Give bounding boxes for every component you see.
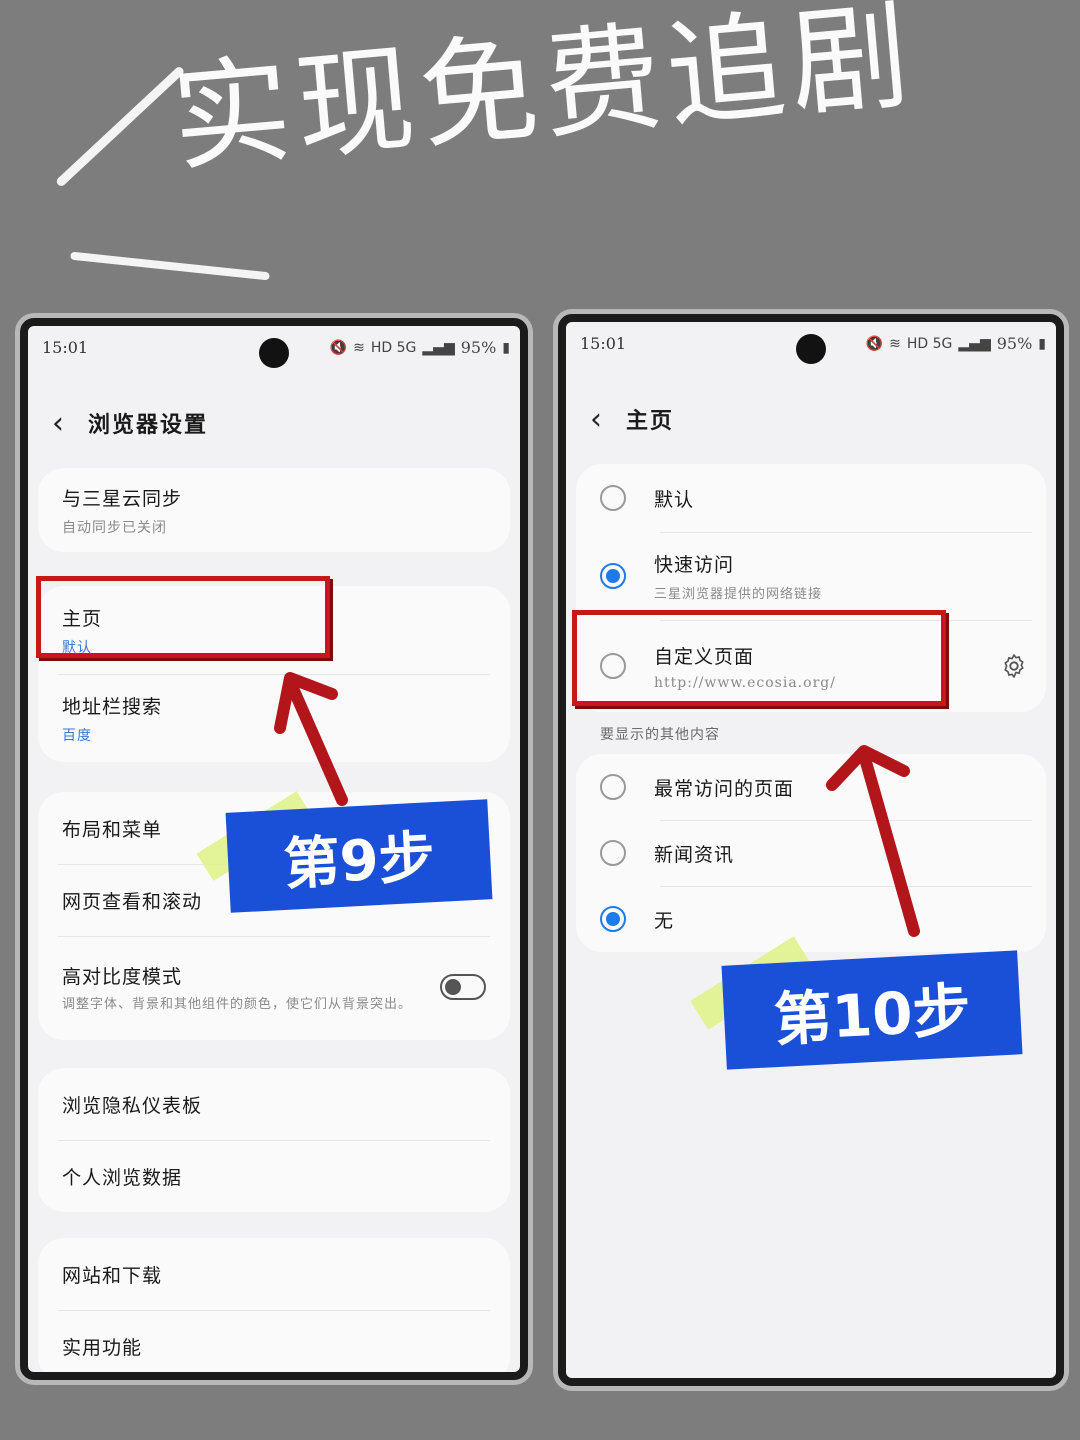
wifi-icon: ≋ (353, 339, 365, 356)
status-bar: 15:01 🔇 ≋ HD 5G ▂▄▆ 95% ▮ (28, 326, 520, 368)
arrow-to-custom-page-icon (826, 745, 920, 937)
battery-level: 95% (460, 338, 497, 357)
settings-group-sites: 网站和下载 实用功能 (38, 1238, 510, 1372)
setting-label: 与三星云同步 (62, 487, 183, 510)
status-icons: 🔇 ≋ HD 5G ▂▄▆ 95% ▮ (330, 338, 510, 357)
radio-none[interactable] (600, 906, 626, 932)
front-camera (259, 338, 289, 368)
radio-most-visited[interactable] (600, 774, 626, 800)
other-content-options: 最常访问的页面 新闻资讯 无 (576, 754, 1046, 952)
title-bar: ‹ 主页 (566, 384, 1056, 454)
signal-icon: ▂▄▆ (422, 339, 455, 356)
gear-icon[interactable] (1000, 652, 1028, 680)
option-label: 最常访问的页面 (654, 777, 795, 800)
front-camera (796, 334, 826, 364)
signal-icon: ▂▄▆ (958, 335, 991, 352)
battery-icon: ▮ (1038, 335, 1046, 352)
option-label: 无 (654, 909, 675, 932)
setting-useful-features[interactable]: 实用功能 (38, 1310, 510, 1372)
option-sub: 三星浏览器提供的网络链接 (654, 587, 823, 602)
settings-group-privacy: 浏览隐私仪表板 个人浏览数据 (38, 1068, 510, 1212)
mute-icon: 🔇 (329, 339, 348, 356)
wifi-icon: ≋ (889, 335, 901, 352)
back-icon[interactable]: ‹ (566, 402, 626, 437)
battery-icon: ▮ (502, 339, 510, 356)
title-bar: ‹ 浏览器设置 (28, 388, 520, 458)
arrow-to-homepage-icon (274, 672, 348, 806)
step-badge-9: 第9步 (225, 799, 493, 913)
network-label: HD 5G (370, 339, 417, 356)
highlight-box-homepage (36, 576, 330, 658)
step-badge-10: 第10步 (721, 950, 1023, 1070)
page-title: 浏览器设置 (88, 412, 209, 438)
option-news[interactable]: 新闻资讯 (576, 820, 1046, 886)
battery-level: 95% (996, 334, 1033, 353)
status-time: 15:01 (580, 334, 627, 353)
mute-icon: 🔇 (865, 335, 884, 352)
highlight-box-custom-page (572, 610, 946, 706)
option-default[interactable]: 默认 (576, 464, 1046, 532)
option-none[interactable]: 无 (576, 886, 1046, 952)
setting-label: 浏览隐私仪表板 (62, 1094, 203, 1117)
decorative-underline (70, 251, 270, 281)
setting-label: 实用功能 (62, 1336, 143, 1359)
back-icon[interactable]: ‹ (28, 406, 88, 441)
section-title-other-content: 要显示的其他内容 (600, 727, 720, 743)
option-label: 快速访问 (654, 554, 735, 576)
setting-label: 个人浏览数据 (62, 1166, 183, 1189)
status-time: 15:01 (42, 338, 89, 357)
setting-label: 网站和下载 (62, 1264, 163, 1287)
headline: 实现免费追剧 (166, 0, 921, 188)
radio-default[interactable] (600, 485, 626, 511)
setting-personal-data[interactable]: 个人浏览数据 (38, 1140, 510, 1212)
setting-samsung-cloud-sync[interactable]: 与三星云同步 自动同步已关闭 (38, 468, 510, 552)
setting-label: 高对比度模式 (62, 966, 183, 988)
network-label: HD 5G (906, 335, 953, 352)
setting-privacy-dashboard[interactable]: 浏览隐私仪表板 (38, 1068, 510, 1140)
radio-news[interactable] (600, 840, 626, 866)
option-most-visited[interactable]: 最常访问的页面 (576, 754, 1046, 820)
setting-sub: 调整字体、背景和其他组件的颜色，使它们从背景突出。 (62, 997, 413, 1012)
status-bar: 15:01 🔇 ≋ HD 5G ▂▄▆ 95% ▮ (566, 322, 1056, 364)
page-title: 主页 (626, 408, 675, 434)
status-icons: 🔇 ≋ HD 5G ▂▄▆ 95% ▮ (866, 334, 1046, 353)
setting-sub: 自动同步已关闭 (62, 519, 167, 536)
decorative-slash (54, 65, 186, 188)
high-contrast-toggle[interactable] (440, 974, 486, 1000)
option-quick-access[interactable]: 快速访问 三星浏览器提供的网络链接 (576, 532, 1046, 620)
option-label: 默认 (654, 488, 695, 511)
settings-group-sync: 与三星云同步 自动同步已关闭 (38, 468, 510, 552)
option-label: 新闻资讯 (654, 843, 735, 866)
radio-quick-access[interactable] (600, 563, 626, 589)
setting-sites-downloads[interactable]: 网站和下载 (38, 1238, 510, 1310)
setting-high-contrast[interactable]: 高对比度模式 调整字体、背景和其他组件的颜色，使它们从背景突出。 (38, 936, 510, 1040)
phone-screen-homepage: 15:01 🔇 ≋ HD 5G ▂▄▆ 95% ▮ ‹ 主页 默认 快速访问 三… (558, 314, 1064, 1386)
